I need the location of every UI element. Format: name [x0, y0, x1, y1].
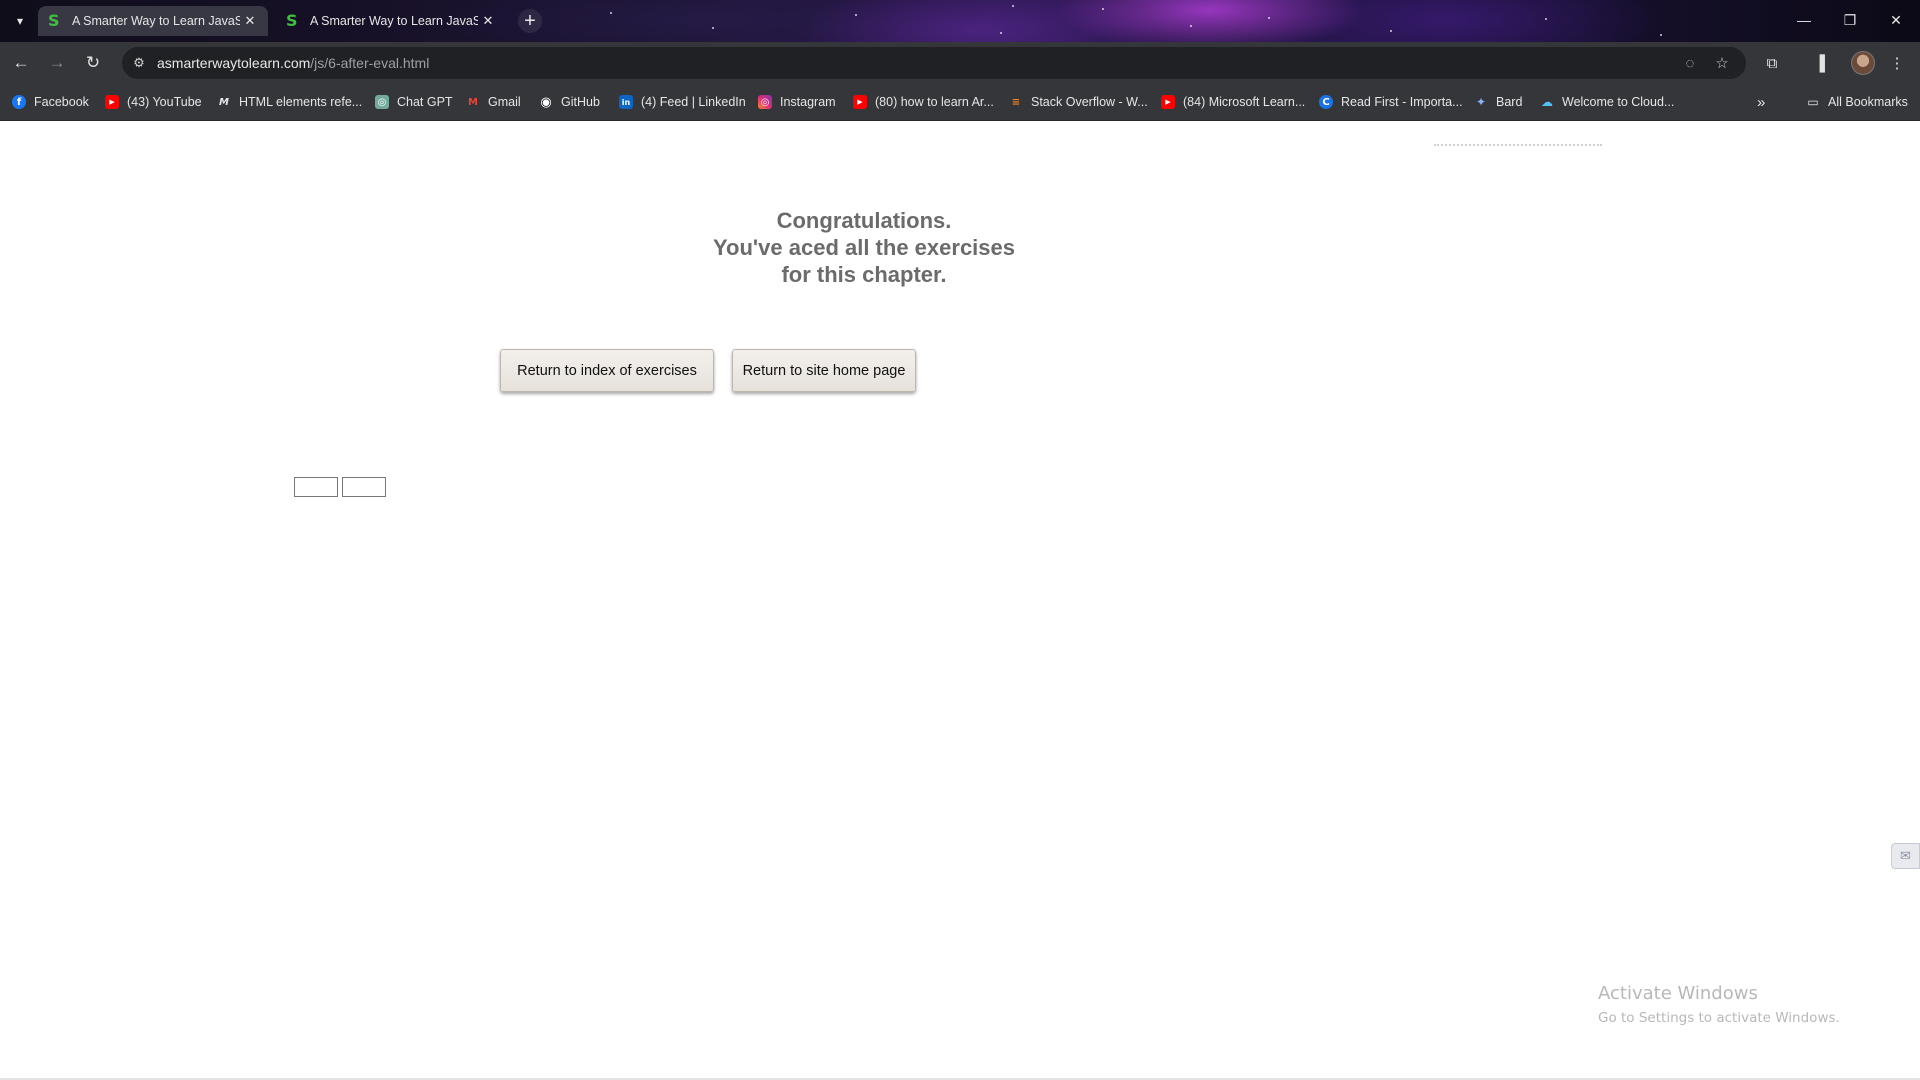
bookmark-label: (80) how to learn Ar... [875, 95, 994, 109]
extensions-icon[interactable]: ⧉ [1761, 52, 1783, 74]
congratulations-message: Congratulations. You've aced all the exe… [614, 207, 1114, 288]
feedback-widget-icon[interactable]: ✉ [1891, 843, 1920, 869]
youtube-icon: ▶ [105, 95, 119, 109]
bookmark-label: HTML elements refe... [239, 95, 363, 109]
browser-toolbar: ← → ↻ ⚙ asmarterwaytolearn.com/js/6-afte… [0, 42, 1920, 83]
bookmark-label: Instagram [780, 95, 836, 109]
star-icon[interactable]: ☆ [1712, 53, 1732, 73]
return-to-index-button[interactable]: Return to index of exercises [500, 349, 714, 392]
tab-close-icon[interactable]: ✕ [478, 11, 498, 31]
bookmark-label: Gmail [488, 95, 521, 109]
bookmark-chatgpt[interactable]: ◎ Chat GPT [375, 92, 453, 112]
new-tab-button[interactable]: + [518, 9, 542, 33]
tab-favicon-icon: S [286, 11, 298, 30]
bookmark-linkedin[interactable]: in (4) Feed | LinkedIn [619, 92, 746, 112]
url-domain: asmarterwaytolearn.com [157, 55, 311, 71]
stackoverflow-icon: ≡ [1011, 96, 1021, 108]
tab-2[interactable]: S A Smarter Way to Learn JavaScr ✕ [276, 6, 506, 36]
windows-activation-watermark: Activate Windows Go to Settings to activ… [1598, 983, 1840, 1027]
tab-title: A Smarter Way to Learn JavaScr [72, 14, 240, 28]
empty-box-right [342, 477, 386, 497]
bookmark-label: Read First - Importa... [1341, 95, 1463, 109]
bookmark-gmail[interactable]: M Gmail [466, 92, 521, 112]
profile-avatar[interactable] [1851, 51, 1875, 75]
reload-button[interactable]: ↻ [78, 48, 108, 78]
bookmark-bard[interactable]: ✦ Bard [1474, 92, 1522, 112]
return-to-home-button[interactable]: Return to site home page [732, 349, 916, 392]
site-info-icon[interactable]: ⚙ [130, 54, 148, 72]
address-bar[interactable]: ⚙ asmarterwaytolearn.com/js/6-after-eval… [122, 47, 1746, 79]
bookmark-instagram[interactable]: ◎ Instagram [758, 92, 836, 112]
tab-1[interactable]: S A Smarter Way to Learn JavaScr ✕ [38, 6, 268, 36]
chevron-down-icon[interactable]: ▾ [8, 9, 32, 33]
minimize-button[interactable]: — [1781, 6, 1827, 34]
forward-button[interactable]: → [42, 48, 72, 78]
bookmark-youtube[interactable]: ▶ (43) YouTube [105, 92, 202, 112]
bookmark-read-first[interactable]: C Read First - Importa... [1319, 92, 1463, 112]
gmail-icon: M [468, 96, 478, 108]
bookmark-cloud[interactable]: ☁ Welcome to Cloud... [1540, 92, 1674, 112]
tab-close-icon[interactable]: ✕ [240, 11, 260, 31]
folder-icon: ▭ [1807, 95, 1819, 109]
youtube-icon: ▶ [1161, 95, 1175, 109]
facebook-icon: f [12, 95, 26, 109]
bookmark-label: GitHub [561, 95, 600, 109]
mdn-icon: M [219, 96, 229, 108]
bookmark-label: Stack Overflow - W... [1031, 95, 1148, 109]
congrats-line-3: for this chapter. [781, 262, 947, 287]
bookmark-html-elements[interactable]: M HTML elements refe... [217, 92, 362, 112]
bookmarks-bar: f Facebook ▶ (43) YouTube M HTML element… [0, 83, 1920, 121]
bookmark-github[interactable]: ◉ GitHub [539, 92, 600, 112]
bookmark-label: Chat GPT [397, 95, 453, 109]
congrats-line-2: You've aced all the exercises [713, 235, 1015, 260]
bookmark-label: (84) Microsoft Learn... [1183, 95, 1306, 109]
side-panel-icon[interactable]: ▌ [1814, 52, 1836, 74]
cloud-icon: ☁ [1541, 95, 1553, 109]
congrats-line-1: Congratulations. [776, 208, 952, 233]
all-bookmarks-button[interactable]: ▭ All Bookmarks [1806, 92, 1908, 112]
bookmark-stackoverflow[interactable]: ≡ Stack Overflow - W... [1009, 92, 1148, 112]
watermark-title: Activate Windows [1598, 983, 1758, 1004]
tab-strip: ▾ S A Smarter Way to Learn JavaScr ✕ S A… [0, 0, 1920, 42]
c-icon: C [1319, 95, 1333, 109]
browser-chrome: ▾ S A Smarter Way to Learn JavaScr ✕ S A… [0, 0, 1920, 121]
back-button[interactable]: ← [6, 48, 36, 78]
instagram-icon: ◎ [758, 95, 772, 109]
url-path: /js/6-after-eval.html [310, 55, 430, 71]
tab-favicon-icon: S [48, 11, 60, 30]
watermark-subtitle: Go to Settings to activate Windows. [1598, 1010, 1840, 1026]
bookmark-youtube-arduino[interactable]: ▶ (80) how to learn Ar... [853, 92, 994, 112]
bookmark-label: (4) Feed | LinkedIn [641, 95, 746, 109]
linkedin-icon: in [619, 95, 633, 109]
more-bookmarks-chevron-icon[interactable]: » [1757, 92, 1765, 112]
github-icon: ◉ [540, 94, 552, 110]
close-window-button[interactable]: ✕ [1873, 6, 1919, 34]
bookmark-facebook[interactable]: f Facebook [12, 92, 89, 112]
bookmark-label: Facebook [34, 95, 89, 109]
bookmark-label: Welcome to Cloud... [1562, 95, 1675, 109]
empty-box-left [294, 477, 338, 497]
bookmark-youtube-microsoft[interactable]: ▶ (84) Microsoft Learn... [1161, 92, 1305, 112]
eye-off-icon[interactable]: ◌ [1680, 53, 1700, 73]
bookmark-label: Bard [1496, 95, 1523, 109]
page-content: Congratulations. You've aced all the exe… [0, 121, 1920, 1080]
restore-button[interactable]: ❐ [1827, 6, 1873, 34]
dotted-divider [1434, 144, 1602, 146]
bard-icon: ✦ [1475, 95, 1487, 109]
tab-title: A Smarter Way to Learn JavaScr [310, 14, 478, 28]
url-text[interactable]: asmarterwaytolearn.com/js/6-after-eval.h… [157, 55, 429, 71]
all-bookmarks-label: All Bookmarks [1828, 95, 1908, 109]
chatgpt-icon: ◎ [375, 95, 389, 109]
youtube-icon: ▶ [853, 95, 867, 109]
bookmark-label: (43) YouTube [127, 95, 202, 109]
kebab-menu-icon[interactable]: ⋮ [1886, 52, 1908, 74]
